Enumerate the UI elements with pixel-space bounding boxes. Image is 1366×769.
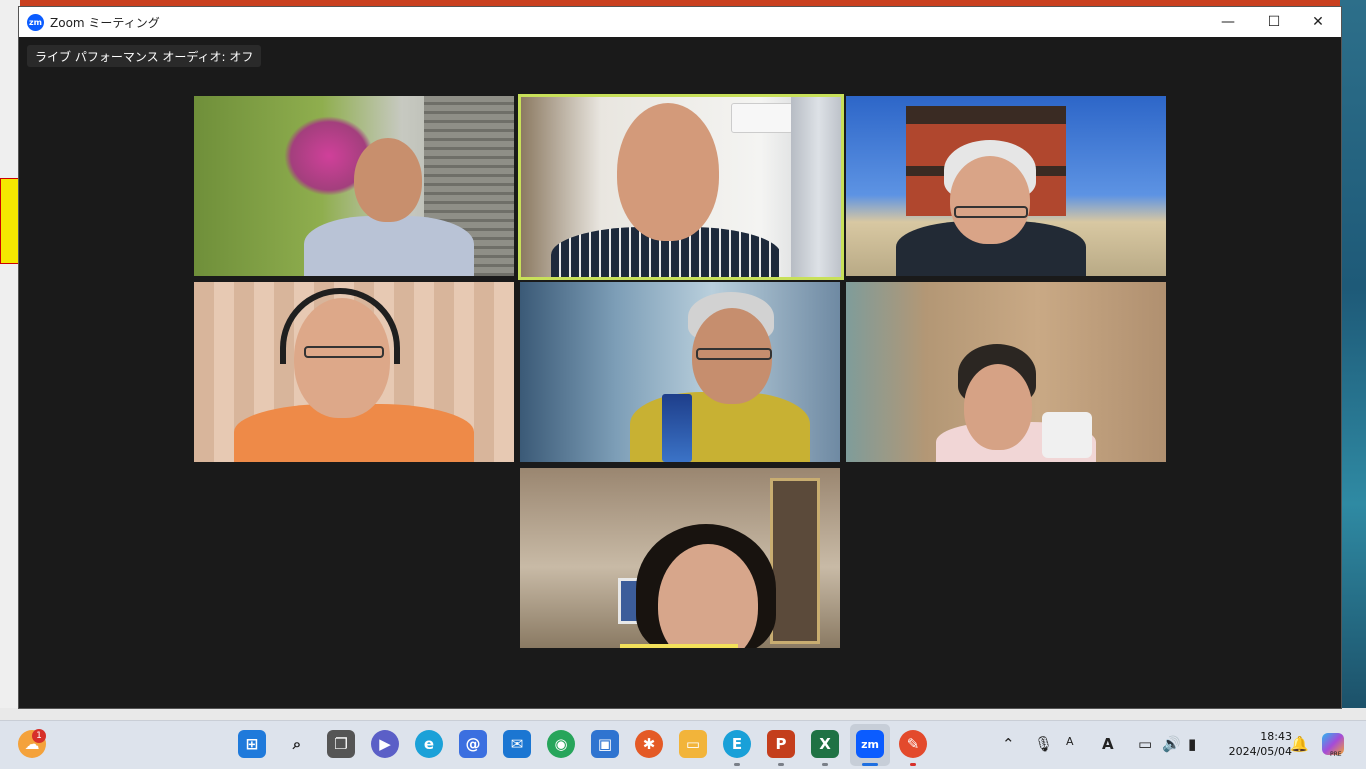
- title-bar[interactable]: zm Zoom ミーティング — ☐ ✕: [19, 7, 1341, 37]
- battery-icon[interactable]: ▮: [1188, 735, 1196, 753]
- e-app-icon[interactable]: E: [723, 730, 751, 758]
- excel-icon[interactable]: X: [811, 730, 839, 758]
- powerpoint-icon[interactable]: P: [767, 730, 795, 758]
- video-tile-participant-1[interactable]: [194, 96, 514, 276]
- store-icon[interactable]: ▣: [591, 730, 619, 758]
- minimize-button[interactable]: —: [1205, 7, 1251, 37]
- pen-app-icon[interactable]: ✎: [899, 730, 927, 758]
- windows-taskbar: ☁ 1 ⊞ ⌕ ❐ ▶ e @ ✉ ◉ ▣ ✱ ▭ E P X zm ✎ ⌃ 🎙…: [0, 720, 1366, 769]
- maps-icon[interactable]: ◉: [547, 730, 575, 758]
- maximize-button[interactable]: ☐: [1251, 7, 1297, 37]
- zoom-meeting-window: zm Zoom ミーティング — ☐ ✕ ライブ パフォーマンス オーディオ: …: [18, 6, 1342, 709]
- mail-icon[interactable]: ✉: [503, 730, 531, 758]
- video-tile-participant-3[interactable]: [846, 96, 1166, 276]
- participant-face: [617, 103, 719, 241]
- start-button-icon[interactable]: ⊞: [238, 730, 266, 758]
- background-app-left: [0, 0, 20, 720]
- video-tile-participant-5[interactable]: [520, 282, 840, 462]
- search-icon[interactable]: ⌕: [283, 730, 311, 758]
- participant-face: [950, 156, 1030, 244]
- notification-bell-icon[interactable]: 🔔: [1290, 735, 1309, 753]
- task-view-icon[interactable]: ❐: [327, 730, 355, 758]
- drink-can: [662, 394, 692, 462]
- participant-face: [964, 364, 1032, 450]
- zoom-logo-icon: zm: [27, 13, 44, 31]
- weather-badge: 1: [32, 729, 46, 743]
- close-button[interactable]: ✕: [1295, 7, 1341, 37]
- file-explorer-icon[interactable]: ▭: [679, 730, 707, 758]
- volume-icon[interactable]: 🔊: [1162, 735, 1181, 753]
- app-icon[interactable]: ✱: [635, 730, 663, 758]
- desktop-wallpaper-edge: [1340, 0, 1366, 720]
- copilot-pre-label: PRE: [1330, 751, 1342, 758]
- adobe-icon[interactable]: A: [1102, 735, 1114, 753]
- video-tile-participant-4[interactable]: [194, 282, 514, 462]
- speaking-indicator: [620, 644, 738, 648]
- video-tile-participant-2-active-speaker[interactable]: [518, 94, 844, 280]
- participant-hand: [1042, 412, 1092, 458]
- edge-browser-icon[interactable]: e: [415, 730, 443, 758]
- network-icon[interactable]: ▭: [1138, 735, 1152, 753]
- ime-icon[interactable]: A: [1066, 735, 1074, 748]
- zoom-taskbar-icon[interactable]: zm: [856, 730, 884, 758]
- audio-status-badge[interactable]: ライブ パフォーマンス オーディオ: オフ: [27, 45, 262, 67]
- system-clock[interactable]: 18:43 2024/05/04: [1214, 729, 1292, 759]
- window-title: Zoom ミーティング: [50, 15, 160, 30]
- video-tile-participant-7[interactable]: [520, 468, 840, 648]
- participant-face: [354, 138, 422, 222]
- meet-now-icon[interactable]: ▶: [371, 730, 399, 758]
- microphone-icon[interactable]: 🎙: [1034, 735, 1053, 753]
- show-hidden-icons-chevron-icon[interactable]: ⌃: [1002, 735, 1015, 753]
- video-tile-participant-6[interactable]: [846, 282, 1166, 462]
- wall-picture: [770, 478, 820, 644]
- at-mail-icon[interactable]: @: [459, 730, 487, 758]
